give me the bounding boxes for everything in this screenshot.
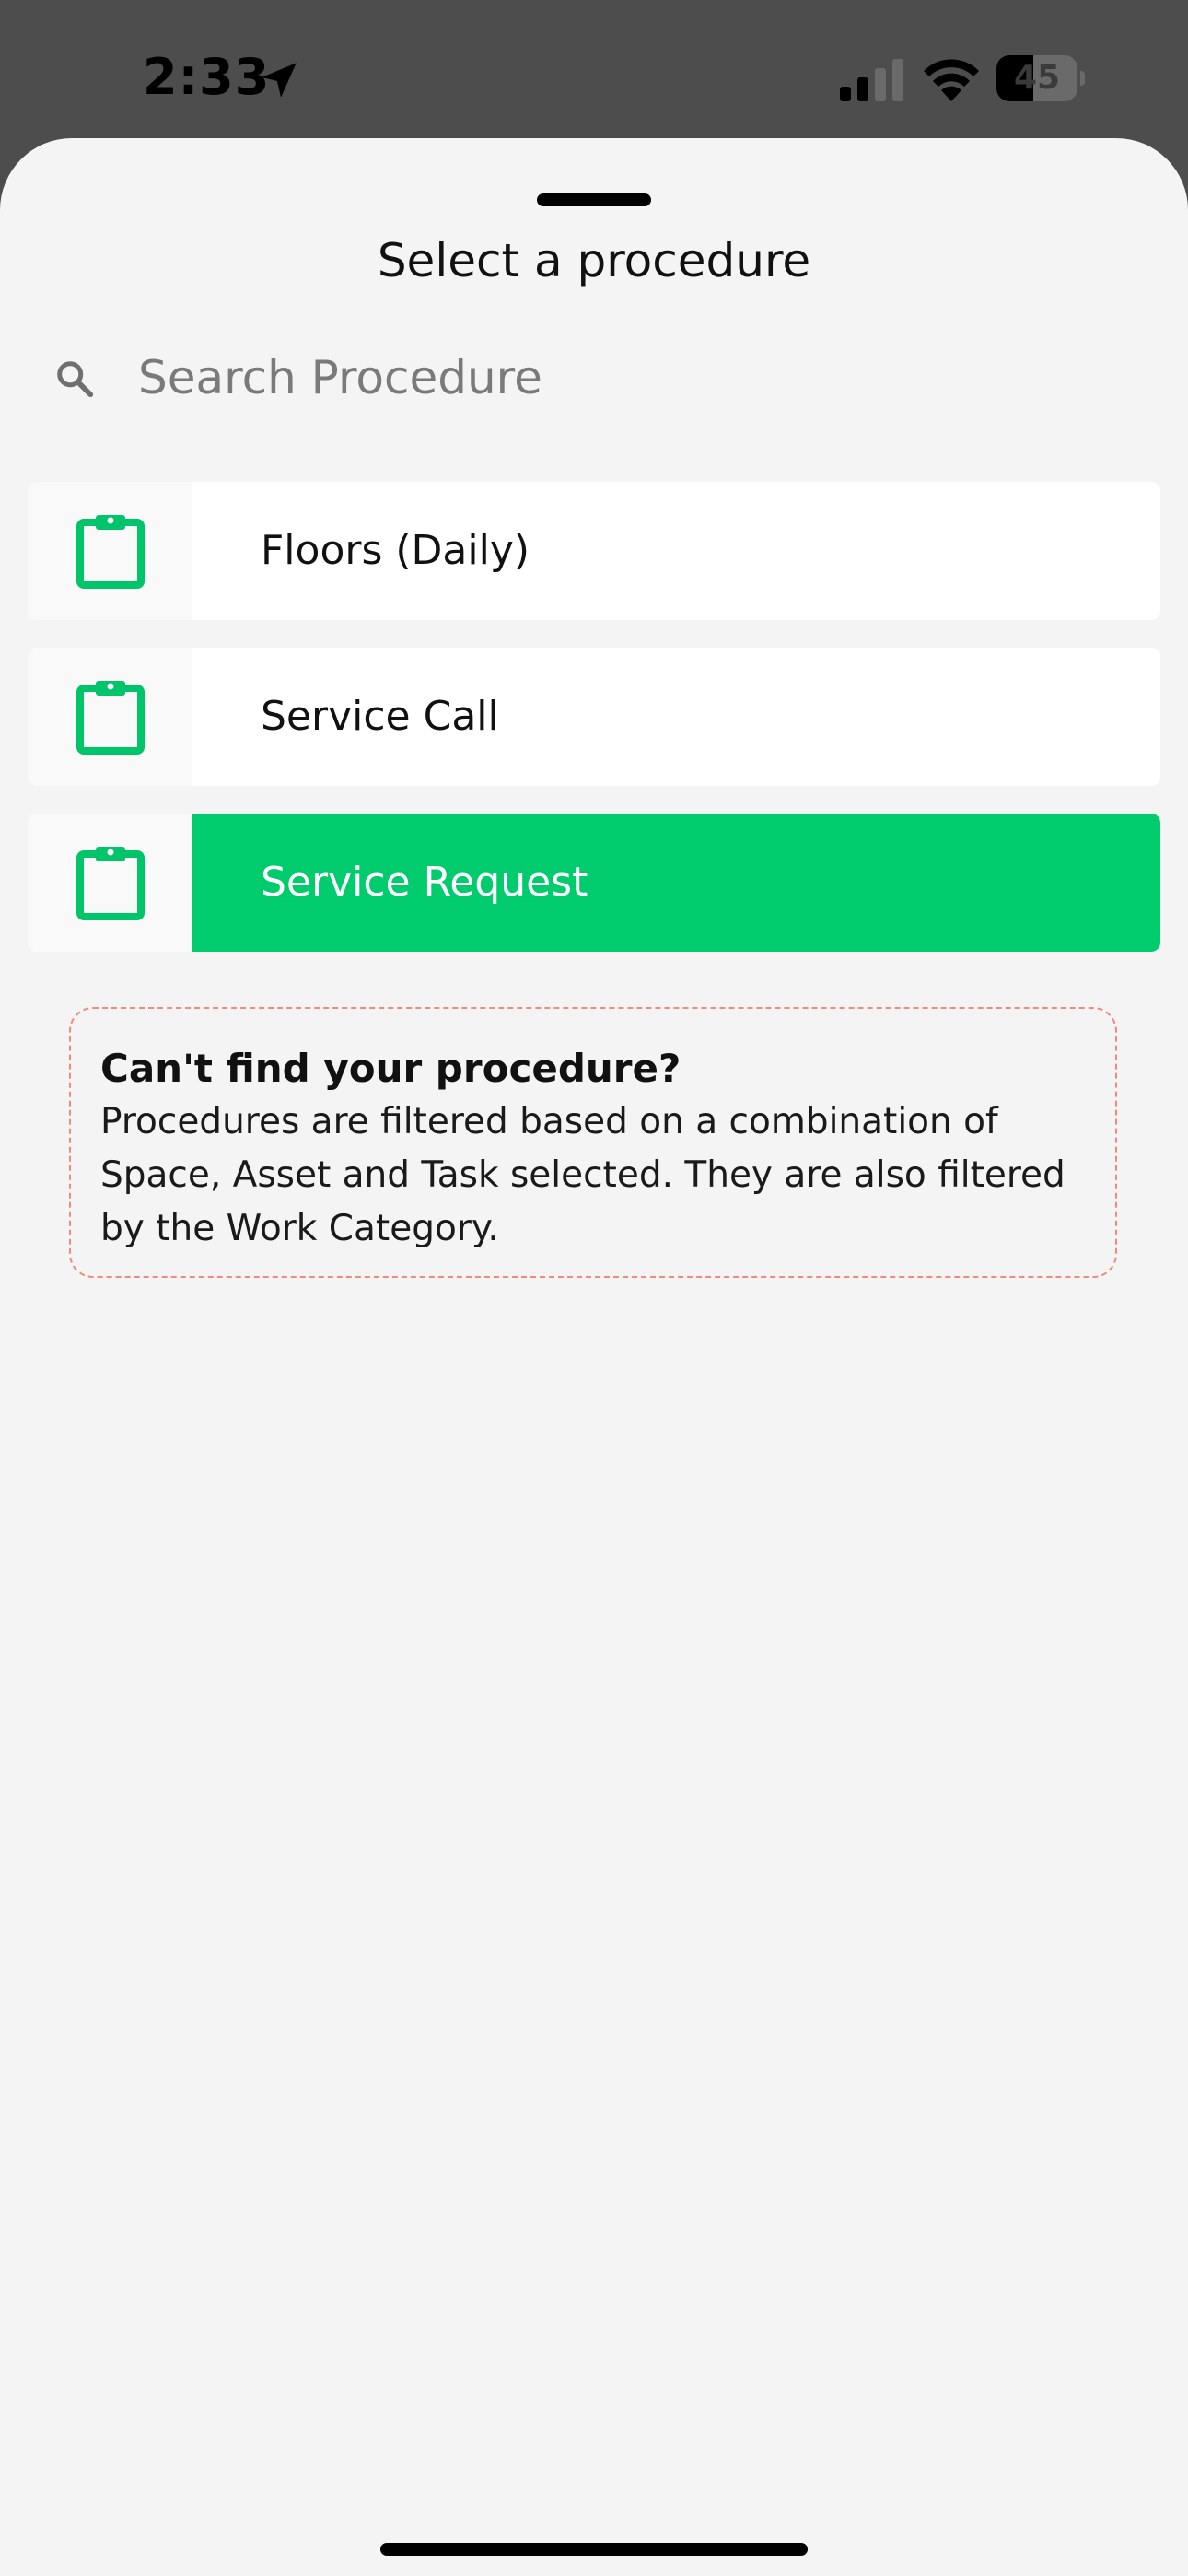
clipboard-icon	[76, 847, 145, 920]
battery-body: 45	[996, 55, 1077, 101]
procedure-icon-cell	[28, 482, 192, 620]
wifi-icon	[924, 59, 979, 101]
battery-nub	[1080, 71, 1085, 86]
battery-percent: 45	[1013, 59, 1061, 97]
procedure-label-cell: Service Call	[192, 648, 1160, 786]
search-icon	[57, 361, 94, 398]
procedure-item-service-request[interactable]: Service Request	[28, 814, 1160, 952]
home-indicator[interactable]	[380, 2543, 808, 2556]
notice-title: Can't find your procedure?	[100, 1046, 681, 1091]
procedure-label: Floors (Daily)	[261, 527, 530, 574]
procedure-sheet: Select a procedure Floors (Daily)	[0, 138, 1188, 2576]
clipboard-icon	[76, 515, 145, 589]
procedure-list: Floors (Daily) Service Call Service Requ…	[28, 482, 1160, 979]
battery-indicator: 45	[996, 55, 1085, 101]
clipboard-icon	[76, 681, 145, 755]
search-bar[interactable]	[28, 322, 1160, 433]
sheet-title: Select a procedure	[377, 234, 811, 287]
procedure-notice: Can't find your procedure? Procedures ar…	[69, 1007, 1117, 1278]
procedure-label-cell: Floors (Daily)	[192, 482, 1160, 620]
status-time: 2:33	[143, 48, 271, 106]
cellular-signal-icon	[840, 59, 903, 101]
procedure-label-cell: Service Request	[192, 814, 1160, 952]
location-arrow-icon	[262, 63, 297, 98]
procedure-label: Service Call	[261, 693, 499, 740]
sheet-grabber[interactable]	[537, 193, 651, 206]
procedure-label: Service Request	[261, 859, 588, 906]
status-bar: 2:33 45	[0, 0, 1188, 138]
procedure-item-service-call[interactable]: Service Call	[28, 648, 1160, 786]
procedure-icon-cell	[28, 814, 192, 952]
procedure-item-floors-daily[interactable]: Floors (Daily)	[28, 482, 1160, 620]
procedure-icon-cell	[28, 648, 192, 786]
search-input[interactable]	[138, 341, 1133, 415]
notice-body: Procedures are filtered based on a combi…	[100, 1101, 1066, 1249]
